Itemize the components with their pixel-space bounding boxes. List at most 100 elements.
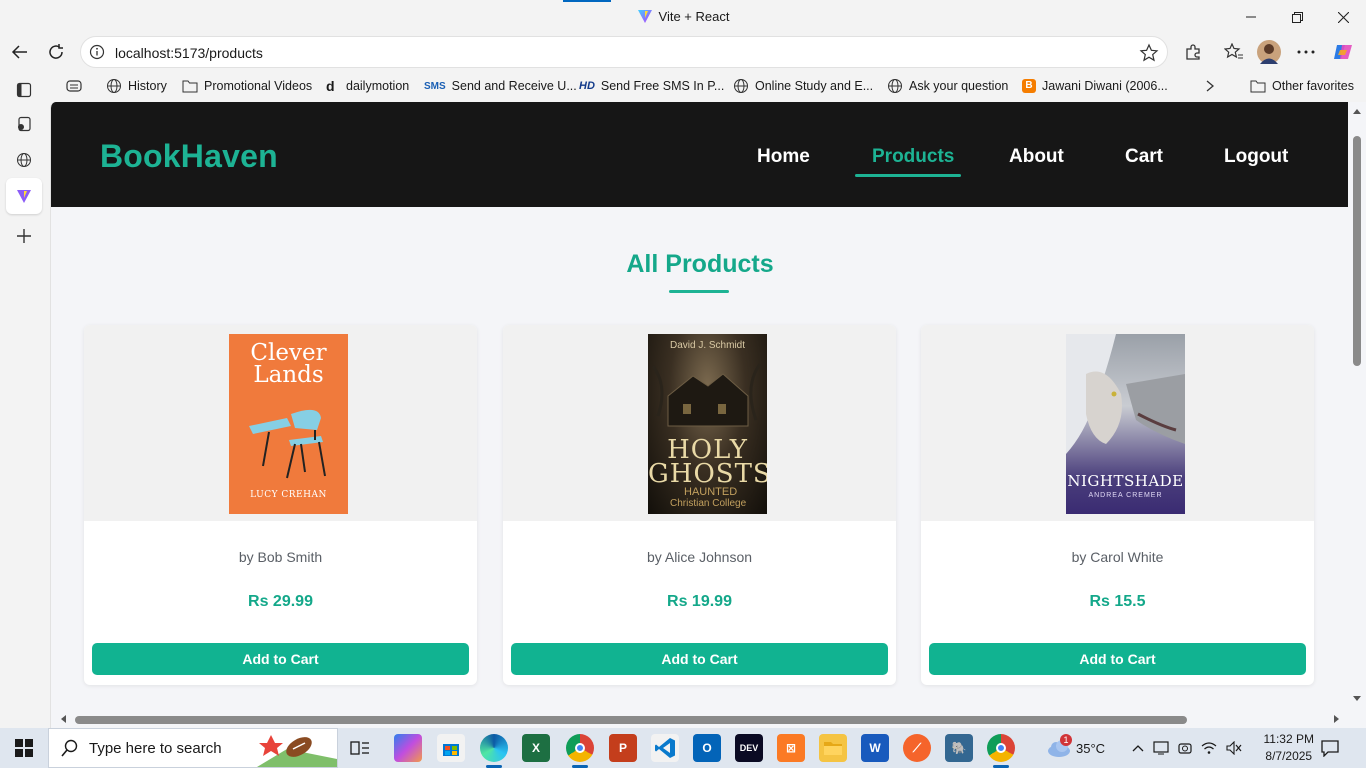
tab-item[interactable] [12,112,36,136]
settings-more-button[interactable] [1294,40,1318,64]
favorites-button[interactable] [1222,40,1246,64]
taskbar-chrome-profile[interactable] [566,734,594,762]
add-to-cart-button[interactable]: Add to Cart [511,643,888,675]
book-cover-image[interactable]: NIGHTSHADE ANDREA CREMER [1066,334,1185,514]
close-button[interactable] [1320,0,1366,34]
weather-cloud-icon: 1 [1046,734,1072,758]
scroll-right-arrow-icon[interactable] [1331,710,1341,728]
taskbar-edge[interactable] [480,734,508,762]
url-text[interactable]: localhost:5173/products [115,45,263,61]
taskbar-copilot[interactable] [394,734,422,762]
taskbar-vscode[interactable] [651,734,679,762]
site-header: BookHaven Home Products About Cart Logou… [51,102,1349,207]
chevron-up-icon[interactable] [1132,744,1144,752]
vertical-scroll-thumb[interactable] [1353,136,1361,366]
site-info-icon[interactable] [89,44,105,60]
product-author: by Alice Johnson [646,549,753,565]
scroll-left-arrow-icon[interactable] [59,710,69,728]
horizontal-scroll-thumb[interactable] [75,716,1187,724]
display-icon[interactable] [1153,741,1169,755]
nav-cart[interactable]: Cart [1125,146,1163,168]
address-bar[interactable]: localhost:5173/products [80,36,1168,68]
globe-icon [107,79,121,93]
taskbar-postgres[interactable]: 🐘 [945,734,973,762]
taskbar-powerpoint[interactable]: P [609,734,637,762]
store-icon [443,744,459,756]
notifications-button[interactable] [1320,728,1340,768]
add-favorite-star-icon[interactable] [1139,43,1159,63]
new-tab-button[interactable] [12,224,36,248]
vertical-tab-strip [0,70,48,728]
scroll-down-arrow-icon[interactable] [1348,694,1366,704]
cover-subtitle-2: Christian College [670,498,747,509]
book-cover-image[interactable]: David J. Schmidt HOLY GHOSTS HAUNTED Chr… [648,334,767,514]
brand-logo[interactable]: BookHaven [100,138,278,175]
favorite-link[interactable]: d dailymotion [326,76,409,96]
other-favorites-folder[interactable]: Other favorites [1250,76,1354,96]
nav-logout[interactable]: Logout [1224,146,1288,168]
taskbar-dev[interactable]: DEV [735,734,763,762]
extensions-button[interactable] [1181,40,1205,64]
copilot-button[interactable] [1331,40,1355,64]
vite-logo-icon [17,190,31,203]
restore-button[interactable] [1274,0,1320,34]
active-tab-indicator [563,0,611,2]
active-tab-item[interactable] [12,184,36,208]
wifi-icon[interactable] [1201,741,1217,755]
minimize-icon [1246,16,1256,18]
cover-subtitle: HAUNTED [684,486,738,498]
tab-actions-icon [16,82,32,98]
taskbar-excel[interactable]: X [522,734,550,762]
profile-avatar[interactable] [1257,40,1281,64]
product-price: Rs 15.5 [1089,593,1146,610]
tab-item[interactable] [12,148,36,172]
nav-home[interactable]: Home [757,146,810,168]
back-button[interactable] [8,40,32,64]
start-button[interactable] [0,728,48,768]
globe-icon [888,79,902,93]
weather-widget[interactable]: 1 35°C [1046,728,1105,768]
refresh-button[interactable] [44,40,68,64]
favorites-toggle-button[interactable] [66,76,82,96]
taskbar-search-box[interactable]: Type here to search [48,728,338,768]
taskbar-outlook[interactable]: O [693,734,721,762]
taskbar-file-explorer[interactable] [819,734,847,762]
chevron-right-icon [1206,80,1214,92]
favorite-link[interactable]: History [106,76,167,96]
postgres-elephant-icon: 🐘 [951,741,967,755]
favorite-link[interactable]: HD Send Free SMS In P... [579,76,724,96]
windows-taskbar: Type here to search X P O DEV ⊠ W ⟋ 🐘 1 … [0,728,1366,768]
more-favorites-chevron[interactable] [1206,76,1214,96]
volume-muted-icon[interactable] [1226,741,1242,755]
taskbar-word[interactable]: W [861,734,889,762]
taskbar-clock[interactable]: 11:32 PM 8/7/2025 [1264,731,1314,765]
taskbar-postman[interactable]: ⟋ [903,734,931,762]
add-to-cart-button[interactable]: Add to Cart [92,643,469,675]
favorite-label: dailymotion [346,79,410,93]
taskbar-chrome-profile-2[interactable] [987,734,1015,762]
add-to-cart-button[interactable]: Add to Cart [929,643,1306,675]
horizontal-scrollbar[interactable] [51,710,1349,728]
window-title: Vite + React [0,8,1366,24]
camera-icon[interactable] [1178,741,1192,755]
favorite-link[interactable]: Ask your question [887,76,1008,96]
vscode-icon [655,738,675,758]
favorite-link[interactable]: B Jawani Diwani (2006... [1022,76,1168,96]
vertical-scrollbar[interactable] [1348,102,1366,710]
book-cover-image[interactable]: Clever Lands LUCY CREHAN [229,334,348,514]
favorite-link[interactable]: Online Study and E... [733,76,873,96]
favorites-star-list-icon [1224,43,1243,59]
task-view-button[interactable] [346,734,374,762]
refresh-icon [49,44,63,59]
nav-about[interactable]: About [1009,146,1064,168]
favorite-link[interactable]: SMS Send and Receive U... [424,76,577,96]
taskbar-store[interactable] [437,734,465,762]
scroll-up-arrow-icon[interactable] [1348,106,1366,116]
tab-actions-button[interactable] [12,78,36,102]
minimize-button[interactable] [1228,0,1274,34]
clock-date: 8/7/2025 [1265,749,1313,763]
taskbar-xampp[interactable]: ⊠ [777,734,805,762]
nav-products[interactable]: Products [872,146,954,168]
cover-author: ANDREA CREMER [1088,492,1163,499]
favorite-link[interactable]: Promotional Videos [182,76,312,96]
